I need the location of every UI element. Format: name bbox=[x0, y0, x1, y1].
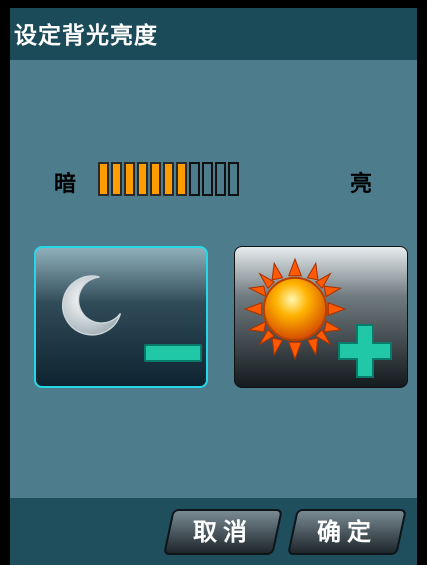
brightness-segment-on bbox=[137, 162, 148, 196]
decrease-brightness-button[interactable] bbox=[34, 246, 208, 388]
brightness-level-bar bbox=[98, 162, 328, 198]
minus-icon bbox=[144, 344, 202, 362]
increase-brightness-button[interactable] bbox=[234, 246, 408, 388]
brightness-segment-on bbox=[176, 162, 187, 196]
cancel-button[interactable]: 取消 bbox=[163, 509, 283, 555]
bottom-bar: 取消 确定 bbox=[10, 498, 417, 565]
sun-icon bbox=[243, 257, 347, 361]
brightness-segment-off bbox=[189, 162, 200, 196]
backlight-screen: 设定背光亮度 暗 亮 取消 确定 bbox=[10, 8, 417, 565]
brightness-segment-off bbox=[202, 162, 213, 196]
title-bar: 设定背光亮度 bbox=[10, 8, 417, 60]
brightness-segment-on bbox=[124, 162, 135, 196]
bright-label: 亮 bbox=[350, 172, 373, 197]
ok-button[interactable]: 确定 bbox=[287, 509, 407, 555]
dark-label: 暗 bbox=[54, 172, 77, 197]
plus-icon bbox=[338, 324, 392, 378]
page-title: 设定背光亮度 bbox=[14, 23, 158, 49]
brightness-segment-on bbox=[111, 162, 122, 196]
ok-button-label: 确定 bbox=[317, 518, 377, 546]
brightness-segment-on bbox=[98, 162, 109, 196]
brightness-segment-on bbox=[150, 162, 161, 196]
brightness-segment-on bbox=[163, 162, 174, 196]
cancel-button-label: 取消 bbox=[193, 518, 253, 546]
moon-icon bbox=[61, 275, 122, 336]
brightness-segment-off bbox=[228, 162, 239, 196]
brightness-segment-off bbox=[215, 162, 226, 196]
brightness-row: 暗 亮 bbox=[10, 158, 417, 208]
